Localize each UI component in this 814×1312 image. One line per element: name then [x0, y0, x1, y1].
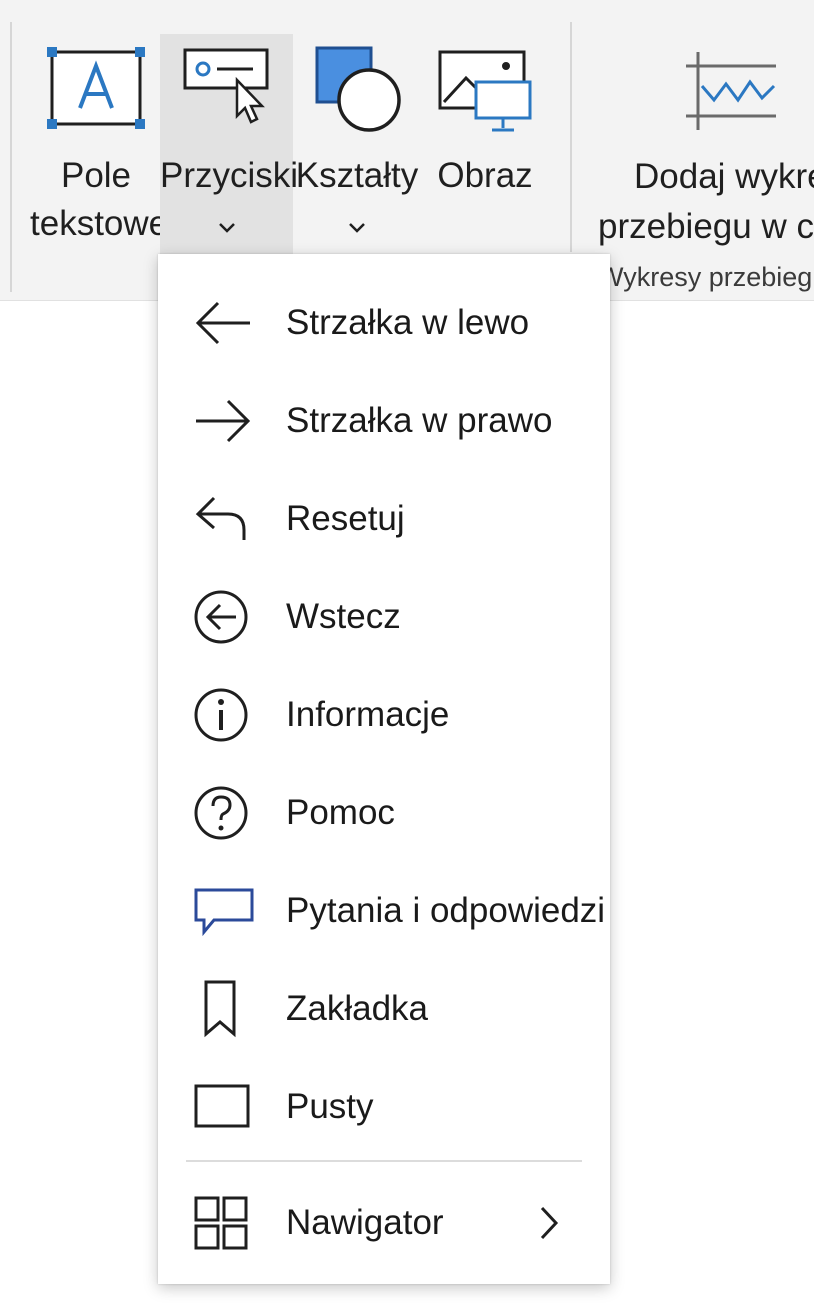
ribbon-separator	[10, 22, 12, 292]
menu-item-help[interactable]: Pomoc	[158, 764, 610, 862]
ribbon-separator	[570, 22, 572, 252]
chevron-right-icon	[540, 1206, 559, 1240]
buttons-label: Przyciski	[160, 156, 299, 195]
navigator-grid-icon	[194, 1196, 248, 1250]
image-label: Obraz	[437, 156, 533, 195]
text-box-icon	[47, 47, 145, 129]
image-icon	[438, 50, 532, 132]
menu-item-label: Resetuj	[286, 499, 405, 538]
menu-item-back[interactable]: Wstecz	[158, 568, 610, 666]
image-button[interactable]: Obraz	[424, 34, 546, 254]
menu-item-bookmark[interactable]: Zakładka	[158, 960, 610, 1058]
menu-item-arrow-right[interactable]: Strzałka w prawo	[158, 372, 610, 470]
menu-item-arrow-left[interactable]: Strzałka w lewo	[158, 274, 610, 372]
speech-bubble-icon	[194, 888, 254, 937]
reset-icon	[195, 496, 246, 540]
back-circle-icon	[194, 590, 248, 644]
sparkline-label: Dodaj wykre przebiegu w cz	[598, 157, 814, 246]
menu-item-label: Wstecz	[286, 597, 401, 636]
menu-item-label: Nawigator	[286, 1203, 444, 1242]
text-box-button[interactable]: Pole tekstowe	[30, 34, 169, 254]
help-icon	[194, 786, 248, 840]
menu-item-label: Pusty	[286, 1087, 374, 1126]
button-control-icon	[183, 48, 268, 124]
arrow-right-icon	[196, 399, 251, 443]
arrow-left-icon	[195, 301, 250, 345]
menu-divider	[186, 1160, 582, 1162]
menu-item-label: Strzałka w prawo	[286, 401, 553, 440]
shapes-dropdown-button[interactable]: Kształty	[294, 34, 420, 254]
menu-item-info[interactable]: Informacje	[158, 666, 610, 764]
menu-item-label: Strzałka w lewo	[286, 303, 530, 342]
info-icon	[194, 688, 248, 742]
text-box-label: Pole tekstowe	[30, 156, 169, 243]
buttons-dropdown-menu: Strzałka w lewo Strzałka w prawo Resetuj…	[158, 254, 610, 1284]
shapes-icon	[315, 46, 401, 132]
menu-item-label: Pomoc	[286, 793, 395, 832]
menu-item-navigator[interactable]: Nawigator	[158, 1174, 610, 1272]
blank-rectangle-icon	[194, 1084, 250, 1128]
menu-item-reset[interactable]: Resetuj	[158, 470, 610, 568]
menu-item-label: Zakładka	[286, 989, 429, 1028]
menu-item-qa[interactable]: Pytania i odpowiedzi	[158, 862, 610, 960]
menu-item-label: Informacje	[286, 695, 450, 734]
shapes-label: Kształty	[295, 156, 419, 195]
menu-item-label: Pytania i odpowiedzi	[286, 891, 606, 930]
ribbon-group-label: Wykresy przebiegu	[598, 262, 814, 292]
menu-item-blank[interactable]: Pusty	[158, 1058, 610, 1156]
buttons-dropdown-button[interactable]: Przyciski	[160, 34, 299, 254]
bookmark-icon	[204, 980, 236, 1038]
sparkline-chart-icon	[686, 52, 776, 130]
